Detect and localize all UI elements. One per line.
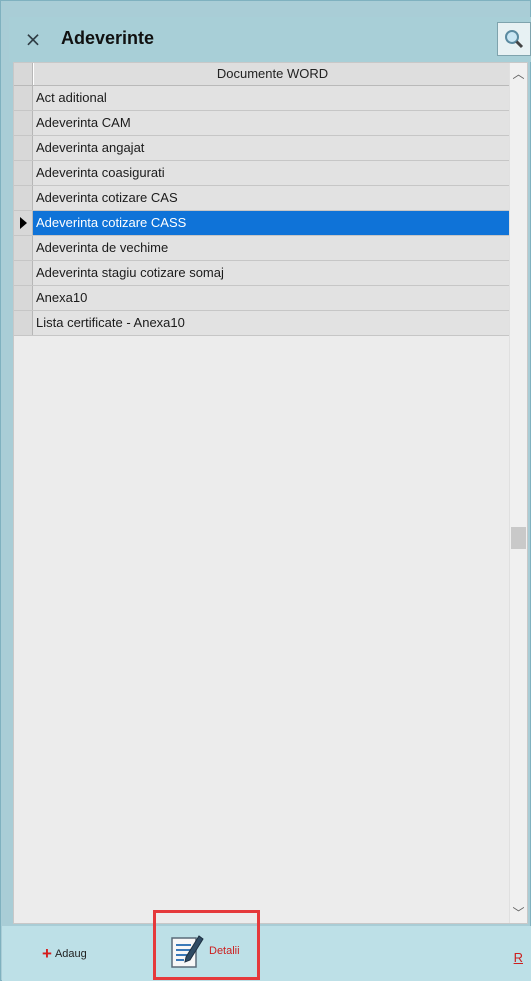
table-row[interactable]: Anexa10 (14, 286, 511, 311)
grid-rows: Act aditional Adeverinta CAM Adeverinta an… (14, 86, 511, 336)
search-button[interactable] (497, 22, 531, 56)
row-cell[interactable]: Adeverinta cotizare CAS (33, 186, 511, 210)
row-indicator[interactable] (14, 286, 33, 310)
table-row[interactable]: Adeverinta angajat (14, 136, 511, 161)
documents-grid: Documente WORD Act aditional Adeverinta C… (13, 62, 528, 924)
column-header-documente[interactable]: Documente WORD (33, 63, 511, 85)
table-row[interactable]: Adeverinta stagiu cotizare somaj (14, 261, 511, 286)
row-indicator[interactable] (14, 161, 33, 185)
table-row[interactable]: Act aditional (14, 86, 511, 111)
table-row[interactable]: Adeverinta CAM (14, 111, 511, 136)
add-label: Adaug (54, 948, 87, 960)
add-button[interactable]: + Adaug (42, 944, 87, 963)
scrollbar-thumb[interactable] (511, 527, 526, 549)
row-cell[interactable]: Adeverinta de vechime (33, 236, 511, 260)
plus-icon: + (42, 944, 52, 963)
current-row-arrow-icon (19, 217, 27, 229)
scroll-up-icon[interactable]: ︿ (510, 65, 527, 82)
title-bar: ⨯ Adeverinte (9, 17, 531, 62)
scroll-down-icon[interactable]: ﹀ (510, 904, 527, 921)
bottom-toolbar: + Adaug Detalii R (2, 926, 531, 981)
row-cell[interactable]: Adeverinta coasigurati (33, 161, 511, 185)
table-row[interactable]: Adeverinta cotizare CASS (14, 211, 511, 236)
row-cell[interactable]: Adeverinta cotizare CASS (33, 211, 511, 235)
row-indicator[interactable] (14, 261, 33, 285)
row-indicator-header (14, 63, 33, 85)
row-cell[interactable]: Adeverinta CAM (33, 111, 511, 135)
magnifier-icon (505, 30, 524, 49)
row-indicator[interactable] (14, 136, 33, 160)
row-indicator[interactable] (14, 211, 33, 235)
row-indicator[interactable] (14, 236, 33, 260)
row-indicator[interactable] (14, 111, 33, 135)
row-indicator[interactable] (14, 311, 33, 335)
row-cell[interactable]: Lista certificate - Anexa10 (33, 311, 511, 335)
window-title: Adeverinte (61, 28, 155, 48)
highlight-box (153, 910, 260, 980)
grid-header: Documente WORD (14, 63, 511, 86)
table-row[interactable]: Adeverinta coasigurati (14, 161, 511, 186)
close-button[interactable]: ⨯ (19, 25, 47, 53)
row-indicator[interactable] (14, 186, 33, 210)
close-x-icon: ⨯ (24, 27, 42, 51)
vertical-scrollbar[interactable]: ︿ ﹀ (509, 63, 527, 923)
window-frame: ⨯ Adeverinte Documente WORD Act aditiona… (0, 0, 531, 981)
row-cell[interactable]: Act aditional (33, 86, 511, 110)
r-link[interactable]: R (514, 950, 523, 965)
table-row[interactable]: Adeverinta cotizare CAS (14, 186, 511, 211)
row-cell[interactable]: Adeverinta angajat (33, 136, 511, 160)
row-cell[interactable]: Anexa10 (33, 286, 511, 310)
row-indicator[interactable] (14, 86, 33, 110)
row-cell[interactable]: Adeverinta stagiu cotizare somaj (33, 261, 511, 285)
table-row[interactable]: Adeverinta de vechime (14, 236, 511, 261)
table-row[interactable]: Lista certificate - Anexa10 (14, 311, 511, 336)
